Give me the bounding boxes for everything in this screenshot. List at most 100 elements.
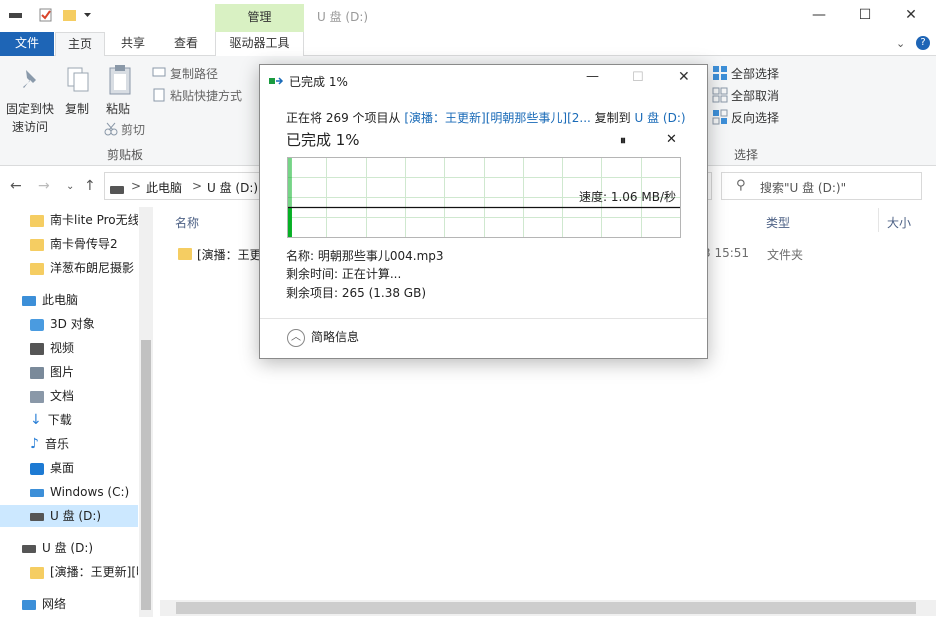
nav-item-folder[interactable]: 南卡lite Pro无线	[30, 209, 138, 231]
close-button[interactable]: ✕	[888, 4, 934, 28]
help-icon[interactable]: ?	[916, 36, 930, 50]
drive-icon	[22, 544, 36, 553]
horizontal-scrollbar-thumb[interactable]	[176, 602, 916, 614]
nav-item-this-pc[interactable]: 此电脑	[22, 289, 138, 311]
nav-item-videos[interactable]: 视频	[30, 337, 138, 359]
column-header-size[interactable]: 大小	[887, 214, 911, 231]
paste-button[interactable]: 粘贴	[106, 100, 130, 117]
nav-item-pictures[interactable]: 图片	[30, 361, 138, 383]
column-header-name[interactable]: 名称	[175, 214, 199, 231]
breadcrumb-separator: >	[192, 179, 203, 193]
nav-item-folder[interactable]: 南卡骨传导2	[30, 233, 138, 255]
maximize-button[interactable]: ☐	[842, 4, 888, 28]
ribbon-tab-bar: 文件 主页 共享 查看 驱动器工具 ⌄ ?	[0, 32, 936, 57]
search-box[interactable]: ⚲ 搜索"U 盘 (D:)"	[721, 172, 922, 200]
transfer-speed-graph: 速度: 1.06 MB/秒	[287, 157, 681, 238]
destination-link[interactable]: U 盘 (D:)	[635, 111, 686, 125]
nav-scrollbar-thumb[interactable]	[141, 340, 151, 610]
nav-item-folder[interactable]: [演播：王更新][明	[30, 561, 138, 583]
nav-item-windows-c[interactable]: Windows (C:)	[30, 481, 138, 503]
manage-tab[interactable]: 管理	[215, 4, 304, 32]
copy-path-icon	[152, 66, 166, 81]
pin-quick-access-label-1[interactable]: 固定到快	[6, 100, 54, 117]
paste-icon[interactable]	[108, 64, 132, 99]
music-icon: ♪	[30, 436, 39, 452]
chevron-up-icon: ︿	[287, 328, 305, 347]
drive-icon	[30, 512, 44, 521]
drive-icon	[110, 182, 130, 196]
search-icon: ⚲	[736, 178, 746, 193]
cut-icon	[104, 122, 118, 139]
nav-item-desktop[interactable]: 桌面	[30, 457, 138, 479]
copy-icon	[269, 75, 285, 90]
search-placeholder: 搜索"U 盘 (D:)"	[760, 181, 847, 195]
nav-item-downloads[interactable]: ↓ 下载	[30, 409, 138, 431]
forward-arrow-icon[interactable]: →	[38, 178, 50, 194]
paste-shortcut-icon	[152, 88, 166, 105]
customize-toolbar-icon[interactable]	[82, 8, 98, 22]
breadcrumb-separator: >	[131, 179, 142, 193]
invert-selection-button[interactable]: 反向选择	[731, 109, 779, 126]
cut-button[interactable]: 剪切	[121, 121, 145, 138]
speed-label: 速度: 1.06 MB/秒	[579, 189, 676, 204]
nav-item-music[interactable]: ♪ 音乐	[30, 433, 138, 455]
clipboard-group-label: 剪贴板	[107, 148, 144, 162]
up-arrow-icon[interactable]: ↑	[84, 178, 96, 194]
network-icon	[22, 599, 36, 610]
paste-shortcut-button[interactable]: 粘贴快捷方式	[170, 87, 242, 104]
pin-icon[interactable]	[20, 68, 42, 95]
nav-item-usb-drive-selected[interactable]: U 盘 (D:)	[0, 505, 138, 527]
nav-item-folder[interactable]: 洋葱布朗尼摄影	[30, 257, 138, 279]
source-link[interactable]: [演播：王更新][明朝那些事儿][2...	[404, 111, 591, 125]
tab-drive-tools[interactable]: 驱动器工具	[215, 32, 304, 56]
properties-icon[interactable]	[38, 8, 54, 22]
tab-file[interactable]: 文件	[0, 32, 54, 56]
select-all-button[interactable]: 全部选择	[731, 65, 779, 82]
select-group-label: 选择	[734, 148, 759, 162]
computer-icon	[22, 295, 36, 306]
select-none-icon	[712, 87, 728, 106]
tab-share[interactable]: 共享	[110, 32, 156, 56]
select-none-button[interactable]: 全部取消	[731, 87, 779, 104]
desktop-icon	[30, 462, 44, 475]
file-date: 3 15:51	[703, 246, 750, 260]
nav-item-usb-drive[interactable]: U 盘 (D:)	[22, 537, 138, 559]
copy-icon[interactable]	[66, 66, 90, 97]
collapse-ribbon-icon[interactable]: ⌄	[896, 37, 905, 50]
copy-path-button[interactable]: 复制路径	[170, 65, 218, 82]
cube-icon	[30, 318, 44, 331]
dialog-minimize-button[interactable]: —	[586, 69, 599, 84]
less-details-toggle[interactable]: ︿ 简略信息	[287, 328, 359, 347]
nav-item-network[interactable]: 网络	[22, 593, 138, 615]
folder-icon	[30, 566, 44, 579]
file-type: 文件夹	[767, 248, 804, 262]
nav-item-documents[interactable]: 文档	[30, 385, 138, 407]
breadcrumb-drive[interactable]: U 盘 (D:)	[207, 179, 258, 196]
pause-button[interactable]: ⏸	[620, 133, 626, 148]
new-folder-icon[interactable]	[62, 8, 78, 22]
folder-icon	[178, 246, 198, 260]
recent-locations-icon[interactable]: ⌄	[66, 181, 74, 192]
back-arrow-icon[interactable]: ←	[10, 178, 22, 194]
cancel-button[interactable]: ✕	[666, 132, 677, 147]
select-all-icon	[712, 65, 728, 84]
tab-home[interactable]: 主页	[55, 32, 105, 57]
dialog-close-button[interactable]: ✕	[678, 69, 690, 85]
nav-item-3d-objects[interactable]: 3D 对象	[30, 313, 138, 335]
video-icon	[30, 342, 44, 355]
copy-button[interactable]: 复制	[65, 100, 89, 117]
copy-progress-dialog: 已完成 1% — ☐ ✕ 正在将 269 个项目从 [演播：王更新][明朝那些事…	[259, 64, 708, 359]
dialog-maximize-button[interactable]: ☐	[632, 70, 644, 85]
document-icon	[30, 390, 44, 403]
tab-view[interactable]: 查看	[163, 32, 209, 56]
invert-selection-icon	[712, 109, 728, 128]
column-divider	[878, 208, 879, 232]
picture-icon	[30, 366, 44, 379]
minimize-button[interactable]: —	[796, 4, 842, 28]
breadcrumb-this-pc[interactable]: 此电脑	[146, 179, 182, 196]
items-remaining-line: 剩余项目: 265 (1.38 GB)	[286, 286, 427, 300]
pin-quick-access-label-2[interactable]: 速访问	[12, 118, 48, 135]
column-header-type[interactable]: 类型	[766, 214, 790, 231]
progress-heading: 已完成 1%	[286, 131, 360, 149]
copy-summary: 正在将 269 个项目从 [演播：王更新][明朝那些事儿][2... 复制到 U…	[286, 111, 686, 125]
